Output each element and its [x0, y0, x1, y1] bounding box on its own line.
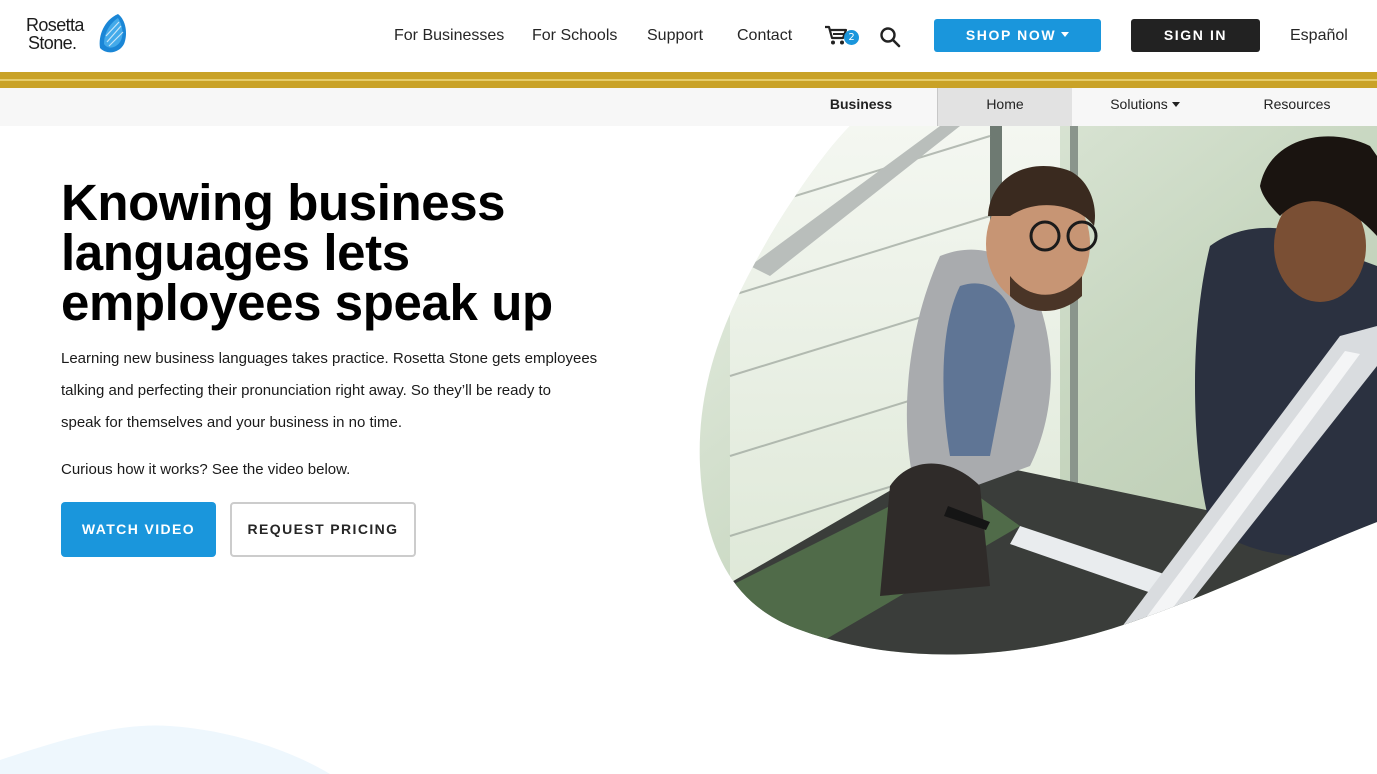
hero-description: Learning new business languages takes pr… — [61, 343, 641, 439]
sign-in-button[interactable]: SIGN IN — [1131, 19, 1260, 52]
nav-support[interactable]: Support — [647, 26, 703, 46]
hero-photo-business-people — [699, 126, 1377, 655]
hero-title-line: employees speak up — [61, 274, 553, 331]
decorative-wave-shape — [0, 725, 330, 774]
watch-video-button[interactable]: WATCH VIDEO — [61, 502, 216, 557]
language-switch-link[interactable]: Español — [1290, 26, 1348, 46]
hero-description-line: speak for themselves and your business i… — [61, 414, 403, 431]
cart-button[interactable]: 2 — [824, 24, 864, 50]
hero-title-line: languages lets — [61, 224, 410, 281]
gold-divider-bar — [0, 72, 1377, 88]
subnav-tab-resources[interactable]: Resources — [1250, 88, 1344, 126]
search-icon — [880, 27, 901, 48]
nav-for-businesses[interactable]: For Businesses — [394, 26, 504, 46]
chevron-down-icon — [1171, 101, 1180, 107]
hero-title: Knowing business languages lets employee… — [61, 174, 681, 331]
site-header: Rosetta Stone. For Businesses For School… — [0, 0, 1377, 72]
nav-contact[interactable]: Contact — [737, 26, 792, 46]
subnav-tab-home[interactable]: Home — [937, 88, 1072, 126]
search-button[interactable] — [879, 26, 901, 48]
logo-wordmark: Rosetta Stone. — [26, 16, 84, 52]
subnav-tab-solutions[interactable]: Solutions — [1090, 88, 1200, 126]
cart-count-badge: 2 — [844, 30, 859, 45]
hero-video-prompt: Curious how it works? See the video belo… — [61, 461, 351, 478]
rosetta-stone-logo[interactable]: Rosetta Stone. — [26, 12, 130, 56]
shop-now-button[interactable]: SHOP NOW — [934, 19, 1101, 52]
logo-line-2: Stone. — [28, 33, 77, 53]
gold-bar-highlight — [0, 79, 1377, 81]
hero-description-line: Learning new business languages takes pr… — [61, 350, 598, 367]
chevron-down-icon — [1061, 32, 1070, 38]
request-pricing-button[interactable]: REQUEST PRICING — [230, 502, 416, 557]
subnav-solutions-label: Solutions — [1110, 96, 1168, 112]
subnav-section-business[interactable]: Business — [812, 88, 910, 126]
shop-now-label: SHOP NOW — [965, 27, 1057, 43]
blue-stone-logo-icon — [99, 14, 126, 53]
hero-description-line: talking and perfecting their pronunciati… — [61, 382, 552, 399]
logo-line-1: Rosetta — [26, 15, 84, 35]
nav-for-schools[interactable]: For Schools — [532, 26, 617, 46]
hero-title-line: Knowing business — [61, 174, 506, 231]
business-subnav: Business Home Solutions Resources — [0, 88, 1377, 126]
